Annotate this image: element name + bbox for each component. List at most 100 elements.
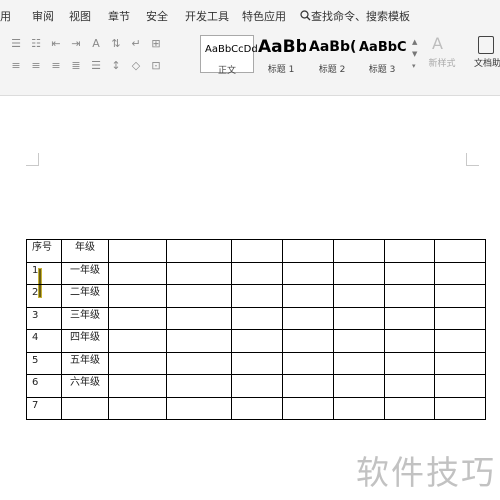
table-cell[interactable] [108,351,167,375]
table-cell[interactable] [108,261,167,285]
grade-cell[interactable]: 一年级 [61,261,109,285]
style-heading-3[interactable]: AaBbC 标题 3 [358,35,406,73]
sort-icon[interactable]: ⇅ [108,36,124,52]
table-cell[interactable] [333,284,385,308]
table-cell[interactable] [434,239,486,263]
table-cell[interactable] [333,239,385,263]
table-cell[interactable] [384,261,435,285]
expand-icon[interactable]: ▾ [412,60,420,72]
table-cell[interactable] [434,329,486,353]
style-gallery-scroll[interactable]: ▲ ▼ ▾ [412,36,420,72]
table-cell[interactable] [282,284,334,308]
row-index-cell[interactable]: 1 [26,261,62,285]
table-cell[interactable] [231,374,283,398]
table-cell[interactable] [166,284,232,308]
menu-item-features[interactable]: 特色应用 [242,8,286,24]
table-cell[interactable] [166,396,232,420]
table-cell[interactable] [166,329,232,353]
table-cell[interactable] [333,261,385,285]
text-format-icon[interactable]: A [88,36,104,52]
header-cell-grade[interactable]: 年级 [61,239,109,263]
table-cell[interactable] [108,374,167,398]
table-cell[interactable] [231,329,283,353]
table-cell[interactable] [434,396,486,420]
table-cell[interactable] [384,396,435,420]
table-cell[interactable] [333,351,385,375]
table-cell[interactable] [434,374,486,398]
table-cell[interactable] [434,351,486,375]
search-command[interactable]: 查找命令、搜索模板 [300,8,410,24]
style-heading-2[interactable]: AaBb( 标题 2 [307,35,357,73]
table-cell[interactable] [282,306,334,330]
menu-item-chapter[interactable]: 章节 [108,8,130,24]
bullet-list-icon[interactable]: ☰ [8,36,24,52]
grade-cell[interactable]: 三年级 [61,306,109,330]
menu-item-start[interactable]: 用 [0,8,11,24]
table-cell[interactable] [231,306,283,330]
menu-item-review[interactable]: 审阅 [32,8,54,24]
table-cell[interactable] [108,306,167,330]
grade-cell[interactable]: 六年级 [61,374,109,398]
header-cell-index[interactable]: 序号 [26,239,62,263]
table-cell[interactable] [333,396,385,420]
row-index-cell[interactable]: 6 [26,374,62,398]
align-center-icon[interactable]: ≡ [28,58,44,74]
table-cell[interactable] [333,329,385,353]
grade-table[interactable]: 序号 年级 1 一年级 2 二年级 3 三年级 4 四年级 5 五年级 6 六年级 7 [26,239,486,420]
table-cell[interactable] [333,374,385,398]
document-page[interactable]: 序号 年级 1 一年级 2 二年级 3 三年级 4 四年级 5 五年级 6 六年级 7 [0,96,500,500]
row-index-cell[interactable]: 5 [26,351,62,375]
doc-helper-button[interactable]: 文档助 [472,34,500,74]
table-cell[interactable] [231,284,283,308]
grade-cell[interactable]: 五年级 [61,351,109,375]
grade-cell[interactable]: 四年级 [61,329,109,353]
table-cell[interactable] [434,306,486,330]
table-cell[interactable] [166,374,232,398]
justify-icon[interactable]: ≣ [68,58,84,74]
menu-item-developer[interactable]: 开发工具 [185,8,229,24]
table-cell[interactable] [282,396,334,420]
table-cell[interactable] [231,239,283,263]
distributed-icon[interactable]: ☰ [88,58,104,74]
align-right-icon[interactable]: ≡ [48,58,64,74]
row-index-cell[interactable]: 2 [26,284,62,308]
table-cell[interactable] [231,396,283,420]
increase-indent-icon[interactable]: ⇥ [68,36,84,52]
table-cell[interactable] [282,261,334,285]
table-cell[interactable] [108,239,167,263]
table-cell[interactable] [231,351,283,375]
chevron-up-icon[interactable]: ▲ [412,36,420,48]
table-cell[interactable] [108,396,167,420]
table-cell[interactable] [384,239,435,263]
table-cell[interactable] [166,239,232,263]
table-cell[interactable] [231,261,283,285]
table-cell[interactable] [282,351,334,375]
table-cell[interactable] [282,329,334,353]
table-cell[interactable] [166,261,232,285]
row-index-cell[interactable]: 7 [26,396,62,420]
numbered-list-icon[interactable]: ☷ [28,36,44,52]
table-cell[interactable] [384,329,435,353]
style-heading-1[interactable]: AaBb 标题 1 [256,35,306,73]
table-cell[interactable] [108,284,167,308]
border-icon[interactable]: ⊡ [148,58,164,74]
grade-cell[interactable] [61,396,109,420]
table-cell[interactable] [108,329,167,353]
table-cell[interactable] [384,284,435,308]
row-index-cell[interactable]: 4 [26,329,62,353]
table-cell[interactable] [384,306,435,330]
table-insert-icon[interactable]: ⊞ [148,36,164,52]
table-cell[interactable] [282,374,334,398]
menu-item-view[interactable]: 视图 [69,8,91,24]
menu-item-security[interactable]: 安全 [146,8,168,24]
table-cell[interactable] [282,239,334,263]
table-cell[interactable] [384,374,435,398]
new-style-button[interactable]: A 新样式 [422,34,462,74]
align-left-icon[interactable]: ≡ [8,58,24,74]
shading-icon[interactable]: ◇ [128,58,144,74]
table-cell[interactable] [384,351,435,375]
table-cell[interactable] [434,261,486,285]
chevron-down-icon[interactable]: ▼ [412,48,420,60]
table-cell[interactable] [333,306,385,330]
style-normal[interactable]: AaBbCcDd 正文 [200,35,258,76]
